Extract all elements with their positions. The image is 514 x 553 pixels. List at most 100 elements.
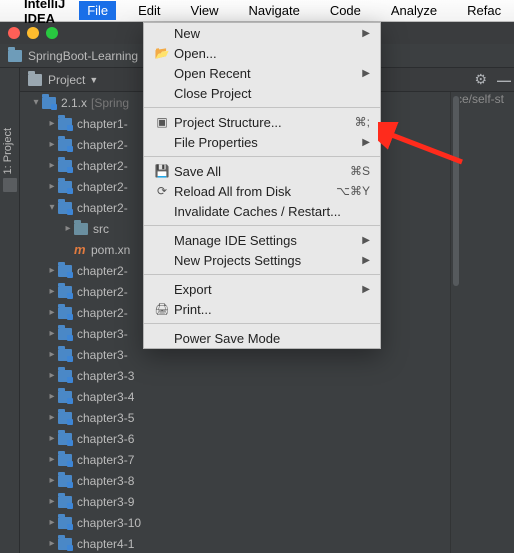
tree-item[interactable]: chapter3-9	[20, 491, 460, 512]
project-toolwindow-title[interactable]: Project	[48, 73, 85, 87]
file-menu-open-recent[interactable]: Open Recent▶	[144, 63, 380, 83]
gear-icon[interactable]: ⚙	[474, 71, 487, 88]
menu-shortcut: ⌘S	[350, 164, 370, 178]
folder-icon	[74, 223, 88, 235]
tree-arrow-icon[interactable]	[46, 328, 58, 339]
menu-item-label: Invalidate Caches / Restart...	[174, 204, 370, 219]
gutter-project-label[interactable]: 1: Project	[2, 128, 14, 174]
window-maximize-button[interactable]	[46, 27, 58, 39]
menubar-item-edit[interactable]: Edit	[130, 1, 168, 20]
window-minimize-button[interactable]	[27, 27, 39, 39]
window-close-button[interactable]	[8, 27, 20, 39]
tree-meta: [Spring	[91, 96, 129, 110]
menu-separator	[144, 274, 380, 275]
collapse-icon[interactable]: —	[497, 72, 508, 88]
tree-item[interactable]: chapter3-10	[20, 512, 460, 533]
menubar-item-navigate[interactable]: Navigate	[241, 1, 308, 20]
file-menu-project-structure[interactable]: ▣Project Structure...⌘;	[144, 112, 380, 132]
scrollbar-thumb[interactable]	[453, 96, 459, 286]
tree-arrow-icon[interactable]	[46, 265, 58, 276]
tree-arrow-icon[interactable]	[46, 349, 58, 360]
menu-item-label: Power Save Mode	[174, 331, 370, 346]
menu-item-label: Export	[174, 282, 362, 297]
file-menu-new[interactable]: New▶	[144, 23, 380, 43]
file-menu-close-project[interactable]: Close Project	[144, 83, 380, 103]
tree-arrow-icon[interactable]	[46, 139, 58, 150]
tree-label: chapter2-	[77, 264, 128, 278]
menubar-item-code[interactable]: Code	[322, 1, 369, 20]
submenu-arrow-icon: ▶	[362, 284, 370, 295]
tree-arrow-icon[interactable]	[46, 391, 58, 402]
project-tab-label[interactable]: SpringBoot-Learning	[28, 49, 138, 63]
tree-arrow-icon[interactable]	[46, 496, 58, 507]
menubar-item-refac[interactable]: Refac	[459, 1, 509, 20]
tree-item[interactable]: chapter3-4	[20, 386, 460, 407]
tree-item[interactable]: chapter4-1	[20, 533, 460, 553]
module-icon	[58, 202, 72, 214]
tree-arrow-icon[interactable]	[46, 433, 58, 444]
tree-item[interactable]: chapter3-3	[20, 365, 460, 386]
tree-item[interactable]: chapter3-8	[20, 470, 460, 491]
module-icon	[58, 412, 72, 424]
tree-arrow-icon[interactable]	[46, 160, 58, 171]
menu-separator	[144, 323, 380, 324]
module-icon	[58, 475, 72, 487]
chevron-down-icon[interactable]: ▼	[89, 75, 98, 85]
tree-arrow-icon[interactable]	[30, 97, 42, 108]
menubar-item-analyze[interactable]: Analyze	[383, 1, 445, 20]
module-icon	[42, 97, 56, 109]
menubar-item-view[interactable]: View	[183, 1, 227, 20]
scrollbar-track[interactable]	[450, 92, 460, 553]
tree-arrow-icon[interactable]	[46, 118, 58, 129]
tree-arrow-icon[interactable]	[46, 475, 58, 486]
tree-arrow-icon[interactable]	[46, 454, 58, 465]
file-menu-save-all[interactable]: 💾Save All⌘S	[144, 161, 380, 181]
structure-icon: ▣	[154, 115, 170, 129]
file-menu-reload-all-from-disk[interactable]: ⟳Reload All from Disk⌥⌘Y	[144, 181, 380, 201]
tree-item[interactable]: chapter3-7	[20, 449, 460, 470]
file-menu-manage-ide-settings[interactable]: Manage IDE Settings▶	[144, 230, 380, 250]
module-icon	[58, 349, 72, 361]
file-menu-new-projects-settings[interactable]: New Projects Settings▶	[144, 250, 380, 270]
menu-separator	[144, 156, 380, 157]
submenu-arrow-icon: ▶	[362, 255, 370, 266]
file-menu-print[interactable]: 🖨Print...	[144, 299, 380, 319]
module-icon	[58, 538, 72, 550]
project-folder-icon	[8, 50, 22, 62]
file-menu-export[interactable]: Export▶	[144, 279, 380, 299]
gutter-strip-icon[interactable]	[3, 178, 17, 192]
file-menu-open[interactable]: 📂Open...	[144, 43, 380, 63]
tree-arrow-icon[interactable]	[62, 223, 74, 234]
tree-arrow-icon[interactable]	[46, 538, 58, 549]
maven-icon: m	[74, 244, 86, 256]
tree-label: chapter3-	[77, 327, 128, 341]
tree-label: chapter4-1	[77, 537, 134, 551]
file-menu-invalidate-caches-restart[interactable]: Invalidate Caches / Restart...	[144, 201, 380, 221]
file-menu-dropdown: New▶📂Open...Open Recent▶Close Project▣Pr…	[143, 22, 381, 349]
app-name[interactable]: IntelliJ IDEA	[24, 0, 65, 26]
module-icon	[58, 433, 72, 445]
menubar-item-file[interactable]: File	[79, 1, 116, 20]
reload-icon: ⟳	[154, 184, 170, 198]
tree-arrow-icon[interactable]	[46, 181, 58, 192]
tree-arrow-icon[interactable]	[46, 202, 58, 213]
tree-arrow-icon[interactable]	[46, 412, 58, 423]
tree-arrow-icon[interactable]	[46, 370, 58, 381]
tree-label: chapter3-4	[77, 390, 134, 404]
file-menu-power-save-mode[interactable]: Power Save Mode	[144, 328, 380, 348]
menu-separator	[144, 107, 380, 108]
path-fragment: ce/self-st	[456, 92, 504, 106]
tree-label: pom.xn	[91, 243, 130, 257]
tree-arrow-icon[interactable]	[46, 286, 58, 297]
tree-label: chapter2-	[77, 138, 128, 152]
tree-arrow-icon[interactable]	[46, 307, 58, 318]
tree-item[interactable]: chapter3-6	[20, 428, 460, 449]
menu-item-label: Save All	[174, 164, 350, 179]
tree-arrow-icon[interactable]	[46, 517, 58, 528]
tree-item[interactable]: chapter3-5	[20, 407, 460, 428]
menu-item-label: Open Recent	[174, 66, 362, 81]
project-view-icon	[28, 74, 42, 86]
tree-label: chapter3-8	[77, 474, 134, 488]
menu-shortcut: ⌥⌘Y	[336, 184, 370, 198]
file-menu-file-properties[interactable]: File Properties▶	[144, 132, 380, 152]
